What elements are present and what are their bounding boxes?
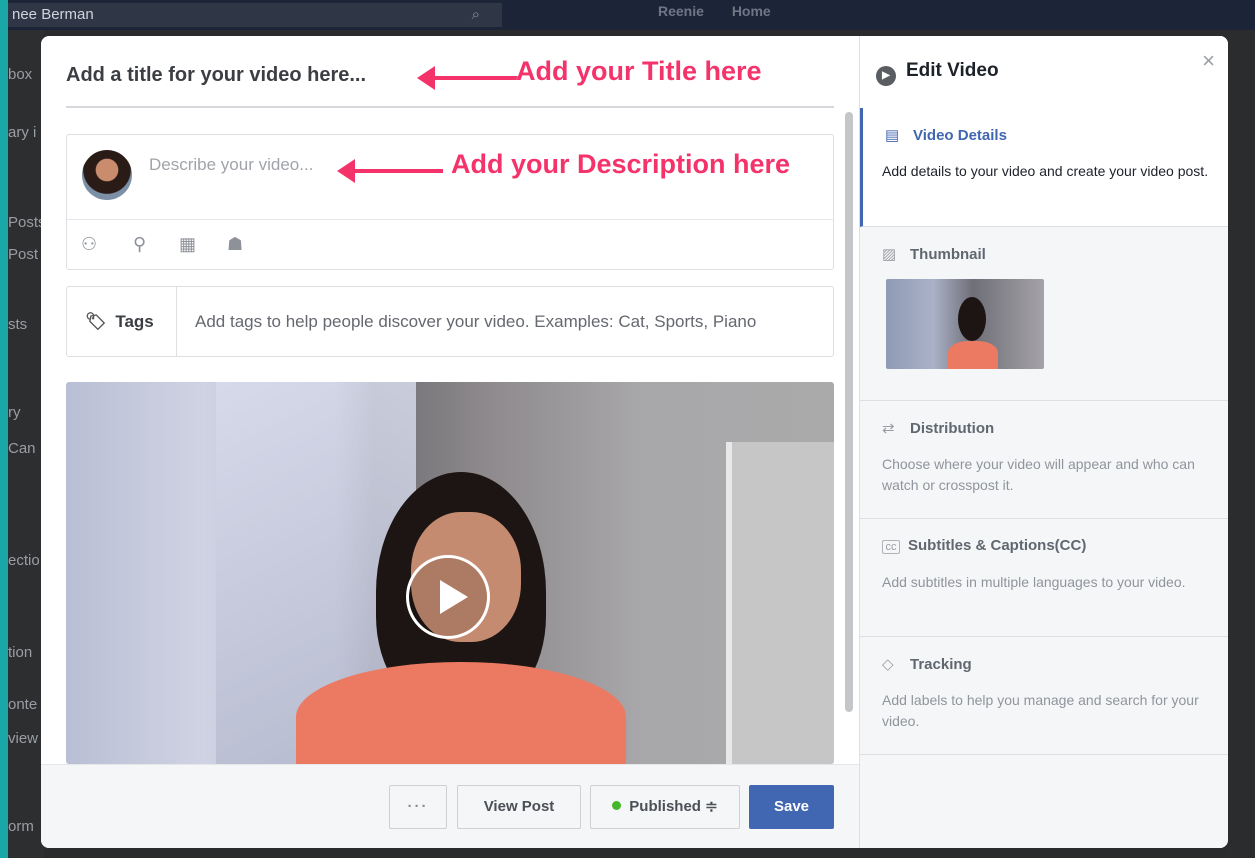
nav-home[interactable]: Home (732, 3, 771, 19)
sidebar-label: tion (8, 644, 33, 661)
top-nav: Reenie Home (658, 3, 795, 19)
description-annotation: Add your Description here (451, 149, 791, 179)
tag-icon: ◇ (882, 656, 894, 673)
modal-footer: ··· View Post Published ≑ Save (41, 764, 859, 848)
search-icon[interactable]: ⌕ (472, 3, 480, 27)
view-post-button[interactable]: View Post (457, 785, 581, 829)
section-description: Choose where your video will appear and … (882, 456, 1195, 493)
feeling-activity-icon[interactable]: ☗ (227, 234, 243, 255)
tags-input[interactable]: Add tags to help people discover your vi… (195, 287, 756, 356)
section-tracking[interactable]: ◇ Tracking Add labels to help you manage … (860, 637, 1228, 755)
sidebar-label: Posts (8, 214, 46, 231)
sidebar-label: orm (8, 818, 34, 835)
tag-people-icon[interactable]: ⚇ (81, 234, 97, 255)
panel-header: ▶ Edit Video × (860, 36, 1228, 109)
save-button[interactable]: Save (749, 785, 834, 829)
sidebar-label: onte (8, 696, 38, 713)
play-button[interactable] (406, 555, 490, 639)
section-title-text: Video Details (913, 127, 1007, 144)
video-details-icon: ▤ (885, 127, 900, 144)
section-description: Add details to your video and create you… (882, 163, 1209, 179)
published-status-dot (612, 801, 622, 810)
video-editor-main: Add a title for your video here... Add y… (41, 36, 859, 848)
section-distribution[interactable]: ⇄ Distribution Choose where your video wi… (860, 401, 1228, 519)
video-description-input[interactable]: Describe your video... (149, 155, 313, 175)
calendar-icon[interactable]: ▦ (179, 234, 196, 255)
video-background-door (726, 442, 834, 764)
sidebar-label: Can (8, 440, 36, 457)
section-description: Add labels to help you manage and search… (882, 692, 1199, 729)
scrollbar[interactable] (845, 112, 853, 712)
section-description: Add subtitles in multiple languages to y… (882, 574, 1186, 590)
tags-field[interactable]: 🏷 Tags Add tags to help people discover … (66, 286, 834, 357)
sidebar-label: ry (8, 404, 21, 421)
section-title-text: Subtitles & Captions(CC) (908, 537, 1087, 554)
cc-icon: cc (882, 540, 900, 554)
section-title: ▨ Thumbnail (882, 245, 986, 263)
sidebar-label: ectio (8, 552, 40, 569)
section-title: ⇄ Distribution (882, 419, 994, 437)
sidebar-label: Post (8, 246, 39, 263)
section-title-text: Tracking (910, 656, 972, 673)
close-icon[interactable]: × (1202, 48, 1215, 74)
sidebar-label: view (8, 730, 39, 747)
section-thumbnail[interactable]: ▨ Thumbnail (860, 227, 1228, 401)
left-sidebar: box ary i Posts Post sts ry Can ectio ti… (8, 30, 46, 858)
section-title-text: Distribution (910, 420, 995, 437)
tags-label-area: 🏷 Tags (67, 287, 177, 356)
right-column (1227, 30, 1255, 858)
publish-status-dropdown[interactable]: Published ≑ (590, 785, 740, 829)
publish-status-label: Published ≑ (629, 798, 718, 815)
tag-icon: 🏷 (85, 312, 107, 331)
section-video-details[interactable]: ▤ Video Details Add details to your video… (860, 108, 1228, 227)
search-text: nee Berman (12, 6, 94, 23)
title-annotation: Add your Title here (516, 56, 762, 86)
thumbnail-image[interactable] (886, 279, 1044, 369)
more-options-button[interactable]: ··· (389, 785, 447, 829)
section-title-text: Thumbnail (910, 246, 986, 263)
search-input[interactable]: nee Berman ⌕ (8, 3, 502, 27)
edit-video-panel: ▶ Edit Video × ▤ Video Details Add details… (859, 36, 1228, 848)
section-title: ◇ Tracking (882, 655, 972, 673)
distribution-icon: ⇄ (882, 420, 895, 437)
title-annotation-arrow (417, 66, 519, 90)
panel-title: ▶ Edit Video (876, 60, 999, 86)
panel-title-text: Edit Video (906, 60, 999, 81)
sidebar-label: sts (8, 316, 28, 333)
sidebar-label: ary i (8, 124, 37, 141)
section-title: cc Subtitles & Captions(CC) (882, 537, 1086, 554)
play-circle-icon: ▶ (876, 66, 896, 86)
sidebar-label: box (8, 66, 33, 83)
location-pin-icon[interactable]: ⚲ (133, 234, 146, 255)
tags-label: Tags (115, 312, 154, 331)
facebook-top-bar: nee Berman ⌕ Reenie Home (8, 0, 1255, 30)
section-subtitles-captions[interactable]: cc Subtitles & Captions(CC) Add subtitles… (860, 519, 1228, 637)
description-toolbar: ⚇ ⚲ ▦ ☗ (67, 219, 833, 270)
avatar (82, 150, 132, 200)
nav-profile-name[interactable]: Reenie (658, 3, 704, 19)
image-icon: ▨ (882, 246, 897, 263)
section-title: ▤ Video Details (885, 126, 1007, 144)
description-annotation-arrow (337, 159, 443, 183)
edit-video-modal: Add a title for your video here... Add y… (41, 36, 1228, 848)
video-preview[interactable] (66, 382, 834, 764)
